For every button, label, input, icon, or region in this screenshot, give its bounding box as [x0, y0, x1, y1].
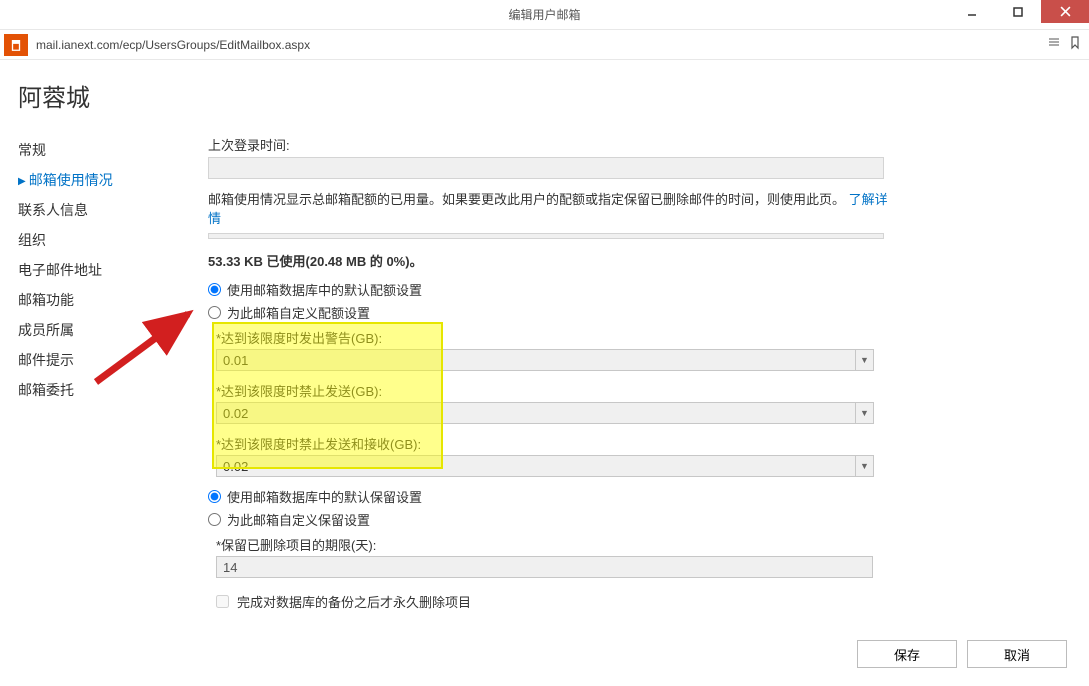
quota-sr-input[interactable]: [216, 455, 856, 477]
retention-radio-custom-row[interactable]: 为此邮箱自定义保留设置: [208, 510, 1071, 529]
url-text[interactable]: mail.ianext.com/ecp/UsersGroups/EditMail…: [36, 38, 1047, 52]
backup-checkbox-row[interactable]: 完成对数据库的备份之后才永久删除项目: [216, 592, 1071, 611]
retention-radio-default-row[interactable]: 使用邮箱数据库中的默认保留设置: [208, 487, 1071, 506]
save-button[interactable]: 保存: [857, 640, 957, 668]
retention-radio-default[interactable]: [208, 490, 221, 503]
retention-days-input[interactable]: [216, 556, 873, 578]
window-title: 编辑用户邮箱: [508, 6, 580, 23]
nav-contact-info[interactable]: 联系人信息: [18, 195, 206, 225]
nav-member-of[interactable]: 成员所属: [18, 315, 206, 345]
main-panel: 上次登录时间: 邮箱使用情况显示总邮箱配额的已用量。如果要更改此用户的配额或指定…: [206, 135, 1071, 611]
sidebar-nav: 常规 邮箱使用情况 联系人信息 组织 电子邮件地址 邮箱功能 成员所属 邮件提示…: [18, 135, 206, 611]
quota-send-label: *达到该限度时禁止发送(GB):: [216, 381, 1071, 400]
maximize-button[interactable]: [995, 0, 1041, 23]
last-login-value: [208, 157, 884, 179]
quota-radio-default-row[interactable]: 使用邮箱数据库中的默认配额设置: [208, 280, 1071, 299]
page-title: 阿蓉城: [18, 78, 1071, 113]
nav-mail-tip[interactable]: 邮件提示: [18, 345, 206, 375]
nav-mailbox-features[interactable]: 邮箱功能: [18, 285, 206, 315]
quota-warn-input[interactable]: [216, 349, 856, 371]
retention-radio-custom-label: 为此邮箱自定义保留设置: [227, 510, 370, 529]
nav-email-address[interactable]: 电子邮件地址: [18, 255, 206, 285]
usage-summary: 53.33 KB 已使用(20.48 MB 的 0%)。: [208, 251, 1071, 270]
reading-view-icon[interactable]: [1047, 37, 1061, 52]
quota-warn-label: *达到该限度时发出警告(GB):: [216, 328, 1071, 347]
backup-checkbox[interactable]: [216, 595, 229, 608]
cancel-button[interactable]: 取消: [967, 640, 1067, 668]
backup-checkbox-label: 完成对数据库的备份之后才永久删除项目: [237, 592, 471, 611]
address-bar: mail.ianext.com/ecp/UsersGroups/EditMail…: [0, 30, 1089, 60]
retention-radio-custom[interactable]: [208, 513, 221, 526]
quota-radio-default[interactable]: [208, 283, 221, 296]
nav-mailbox-usage[interactable]: 邮箱使用情况: [18, 165, 206, 195]
dialog-footer: 保存 取消: [857, 640, 1067, 668]
quota-sr-dropdown[interactable]: ▼: [856, 455, 874, 477]
quota-radio-custom[interactable]: [208, 306, 221, 319]
description-underline-box: [208, 233, 884, 239]
quota-radio-custom-label: 为此邮箱自定义配额设置: [227, 303, 370, 322]
minimize-button[interactable]: [949, 0, 995, 23]
quota-send-input[interactable]: [216, 402, 856, 424]
quota-radio-custom-row[interactable]: 为此邮箱自定义配额设置: [208, 303, 1071, 322]
window-titlebar: 编辑用户邮箱: [0, 0, 1089, 30]
quota-radio-default-label: 使用邮箱数据库中的默认配额设置: [227, 280, 422, 299]
quota-send-dropdown[interactable]: ▼: [856, 402, 874, 424]
quota-warn-dropdown[interactable]: ▼: [856, 349, 874, 371]
usage-description: 邮箱使用情况显示总邮箱配额的已用量。如果要更改此用户的配额或指定保留已删除邮件的…: [208, 189, 888, 227]
quota-sr-label: *达到该限度时禁止发送和接收(GB):: [216, 434, 1071, 453]
retention-radio-default-label: 使用邮箱数据库中的默认保留设置: [227, 487, 422, 506]
addressbar-tools: [1047, 36, 1081, 53]
nav-general[interactable]: 常规: [18, 135, 206, 165]
site-icon: [4, 34, 28, 56]
last-login-label: 上次登录时间:: [208, 135, 1071, 154]
retention-days-label: *保留已删除项目的期限(天):: [216, 535, 1071, 554]
nav-mailbox-delegation[interactable]: 邮箱委托: [18, 375, 206, 405]
close-button[interactable]: [1041, 0, 1089, 23]
nav-organization[interactable]: 组织: [18, 225, 206, 255]
bookmark-icon[interactable]: [1069, 36, 1081, 53]
window-controls: [949, 0, 1089, 29]
